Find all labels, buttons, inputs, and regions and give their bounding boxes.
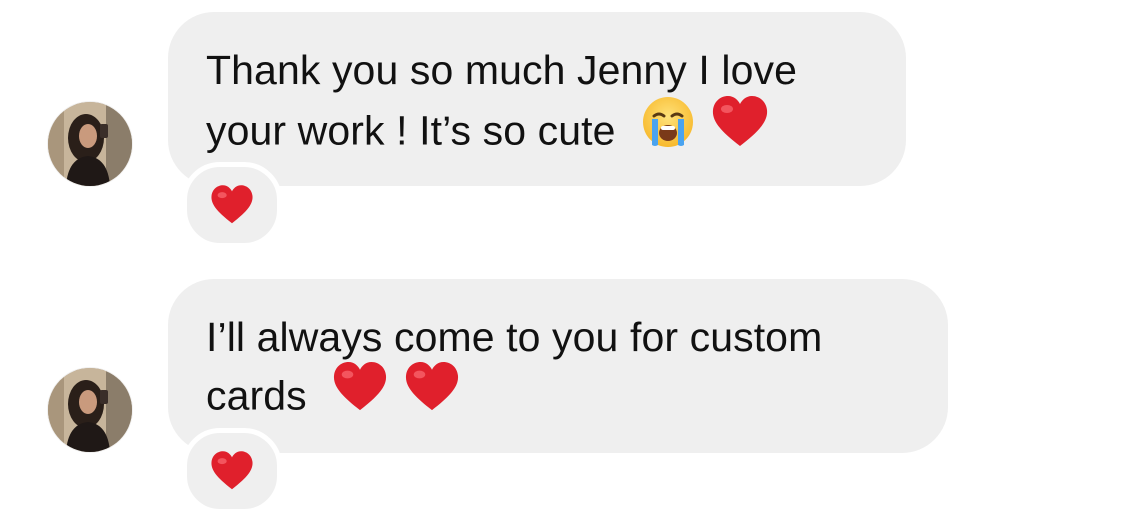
avatar[interactable] [48,368,132,452]
message-text-line-with-emoji: your work ! It’s so cute [206,96,866,168]
avatar[interactable] [48,102,132,186]
message-text: your work ! It’s so cute [206,107,616,154]
red-heart-icon [210,451,254,491]
reaction-badge[interactable] [182,428,282,514]
avatar-photo [48,102,132,186]
message-text-line: I’ll always come to you for custom [206,314,823,360]
avatar-photo [48,368,132,452]
message-bubble[interactable]: I’ll always come to you for custom cards [168,279,948,453]
red-heart-icon [210,185,254,225]
message-text-line: Thank you so much Jenny I love [206,47,797,93]
loudly-crying-face-icon [641,95,695,164]
message-bubble[interactable]: Thank you so much Jenny I love your work… [168,12,906,186]
message-text: cards [206,372,307,419]
message-text-line-with-emoji: cards [206,362,908,431]
red-heart-icon [404,362,460,427]
reaction-badge[interactable] [182,162,282,248]
red-heart-icon [711,96,769,163]
red-heart-icon [332,362,388,427]
